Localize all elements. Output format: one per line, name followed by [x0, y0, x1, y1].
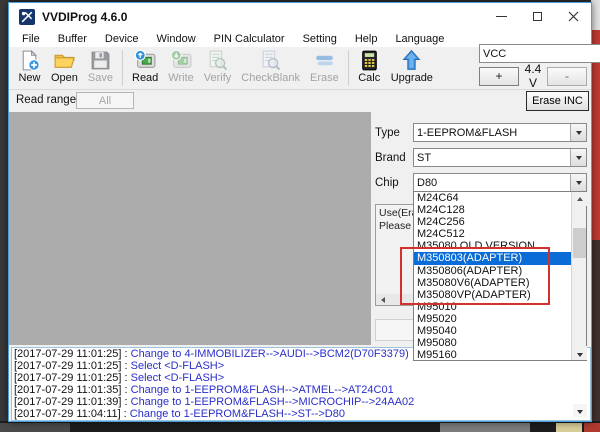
chip-option[interactable]: M35080VP(ADAPTER): [414, 289, 572, 301]
save-floppy-icon: [89, 49, 112, 72]
vcc-select[interactable]: VCC: [479, 44, 600, 63]
read-range-label: Read range: [16, 94, 76, 106]
erase-icon: [313, 49, 336, 72]
chip-option[interactable]: M35080V6(ADAPTER): [414, 277, 572, 289]
save-button[interactable]: Save: [83, 47, 118, 89]
menu-setting[interactable]: Setting: [294, 32, 346, 46]
checkblank-doc-icon: [259, 49, 282, 72]
voltage-plus-button[interactable]: +: [479, 67, 519, 86]
read-range-bar: Read range Erase INC: [9, 90, 591, 112]
chip-option[interactable]: M95160: [414, 349, 572, 360]
maximize-button[interactable]: [519, 3, 555, 30]
buffer-canvas: [9, 112, 371, 345]
calculator-icon: [358, 49, 381, 72]
backdrop-fragment: [556, 423, 582, 432]
close-icon: [568, 11, 579, 22]
minimize-icon: [496, 16, 507, 17]
backdrop-right-strip: [591, 0, 600, 30]
chevron-down-icon[interactable]: [570, 149, 586, 166]
chevron-down-icon[interactable]: [570, 174, 586, 191]
app-logo-icon: [19, 9, 35, 25]
chip-dropdown-list: M24C64 M24C128 M24C256 M24C512 M35080 OL…: [413, 191, 587, 361]
type-label: Type: [375, 127, 413, 139]
brand-select[interactable]: ST: [413, 148, 587, 167]
log-scroll-down-icon[interactable]: [573, 404, 587, 417]
scroll-up-icon[interactable]: [572, 192, 587, 206]
chip-label: Chip: [375, 177, 413, 189]
read-chip-icon: [134, 49, 157, 72]
erase-button[interactable]: Erase: [305, 47, 344, 89]
upgrade-arrow-icon: [400, 49, 423, 72]
chip-option[interactable]: M35080 OLD VERSION: [414, 240, 572, 252]
menu-buffer[interactable]: Buffer: [49, 32, 96, 46]
erase-inc-button[interactable]: Erase INC: [526, 91, 589, 111]
chip-option[interactable]: M95020: [414, 313, 572, 325]
upgrade-button[interactable]: Upgrade: [386, 47, 438, 89]
chip-option[interactable]: M95010: [414, 301, 572, 313]
write-button[interactable]: Write: [163, 47, 198, 89]
close-button[interactable]: [555, 3, 591, 30]
menu-language[interactable]: Language: [386, 32, 453, 46]
backdrop-fragment: [440, 423, 530, 432]
new-button[interactable]: New: [13, 47, 46, 89]
vcc-select-value: VCC: [480, 48, 600, 60]
voltage-minus-button[interactable]: -: [547, 67, 587, 86]
chip-select-value: D80: [414, 177, 570, 189]
verify-button[interactable]: Verify: [199, 47, 237, 89]
menu-pin-calculator[interactable]: PIN Calculator: [205, 32, 294, 46]
titlebar[interactable]: VVDIProg 4.6.0: [9, 3, 591, 30]
scroll-down-icon[interactable]: [572, 346, 587, 360]
verify-doc-icon: [206, 49, 229, 72]
read-button[interactable]: Read: [127, 47, 163, 89]
menu-file[interactable]: File: [13, 32, 49, 46]
chip-option[interactable]: M350806(ADAPTER): [414, 265, 572, 277]
calc-button[interactable]: Calc: [353, 47, 386, 89]
open-folder-icon: [53, 49, 76, 72]
chevron-down-icon[interactable]: [570, 124, 586, 141]
type-select[interactable]: 1-EEPROM&FLASH: [413, 123, 587, 142]
minimize-button[interactable]: [483, 3, 519, 30]
menu-help[interactable]: Help: [346, 32, 387, 46]
backdrop-fragment: [0, 423, 70, 432]
toolbar-separator: [348, 50, 349, 86]
chip-option-selected[interactable]: M350803(ADAPTER): [414, 252, 572, 264]
scrollbar-thumb[interactable]: [573, 228, 586, 258]
window-title: VVDIProg 4.6.0: [42, 10, 127, 24]
backdrop-fragment: [584, 423, 600, 432]
chip-option[interactable]: M24C128: [414, 204, 572, 216]
voltage-control: + 4.4 V -: [479, 66, 587, 86]
voltage-value: 4.4 V: [519, 62, 547, 90]
open-button[interactable]: Open: [46, 47, 83, 89]
menu-device[interactable]: Device: [96, 32, 148, 46]
type-select-value: 1-EEPROM&FLASH: [414, 127, 570, 139]
chip-option[interactable]: M95040: [414, 325, 572, 337]
chip-row: Chip D80: [375, 173, 587, 192]
brand-select-value: ST: [414, 152, 570, 164]
dropdown-scrollbar[interactable]: [571, 192, 586, 360]
app-window: VVDIProg 4.6.0 File Buffer Device Window…: [8, 2, 592, 422]
chip-select[interactable]: D80: [413, 173, 587, 192]
checkblank-button[interactable]: CheckBlank: [236, 47, 305, 89]
read-range-input[interactable]: [76, 92, 134, 109]
log-entry: [2017-07-29 11:04:11] : Change to 1-EEPR…: [14, 409, 590, 421]
type-row: Type 1-EEPROM&FLASH: [375, 123, 587, 142]
write-chip-icon: [170, 49, 193, 72]
scroll-left-icon: [378, 297, 385, 303]
maximize-icon: [533, 12, 542, 21]
toolbar-separator: [122, 50, 123, 86]
chip-option[interactable]: M24C256: [414, 216, 572, 228]
brand-label: Brand: [375, 152, 413, 164]
chip-option[interactable]: M95080: [414, 337, 572, 349]
new-file-icon: [18, 49, 41, 72]
menu-window[interactable]: Window: [148, 32, 205, 46]
brand-row: Brand ST: [375, 148, 587, 167]
chip-option[interactable]: M24C64: [414, 192, 572, 204]
chip-option[interactable]: M24C512: [414, 228, 572, 240]
backdrop-right-strip: [591, 240, 600, 432]
